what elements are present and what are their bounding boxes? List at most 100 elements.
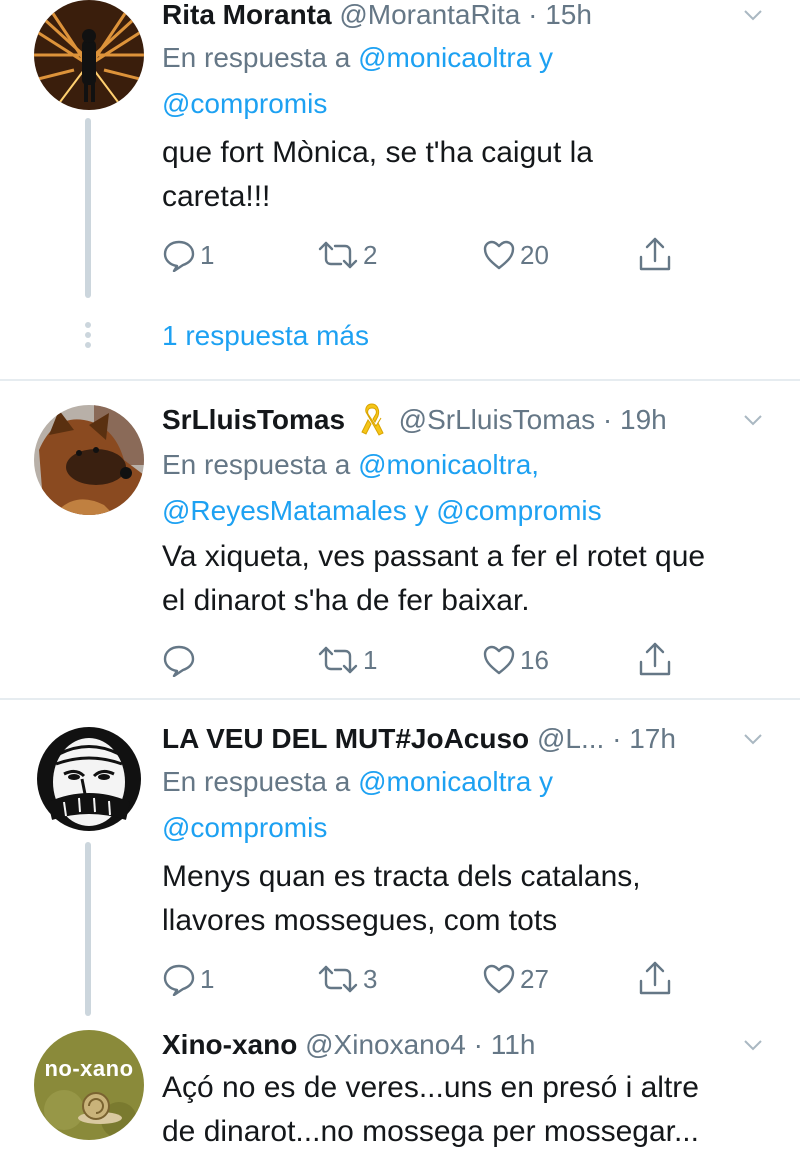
mention-link[interactable]: @monicaoltra y (358, 766, 553, 797)
reply-to: En respuesta a @monicaoltra, @ReyesMatam… (162, 442, 770, 534)
retweet-icon (318, 241, 358, 269)
reply-prefix: En respuesta a (162, 766, 351, 797)
tweet-text-line: Va xiqueta, ves passant a fer el rotet q… (162, 540, 706, 573)
tweet-actions: 1 2 20 (162, 235, 682, 275)
timestamp[interactable]: 11h (491, 1029, 536, 1060)
like-button[interactable]: 16 (482, 640, 549, 680)
tweet-la-veu-del-mut[interactable]: LA VEU DEL MUT#JoAcuso @L... · 17h En re… (0, 700, 800, 1018)
mention-link[interactable]: @compromis (162, 88, 327, 119)
tweet-text-line: llavores mossegues, com tots (162, 904, 558, 937)
author-handle[interactable]: @Xinoxano4 (305, 1029, 466, 1060)
retweet-count: 1 (363, 644, 378, 675)
tweet-text-line: Açó no es de veres...uns en presó i altr… (162, 1071, 699, 1104)
avatar[interactable] (34, 405, 144, 515)
reply-icon (163, 240, 195, 272)
reply-prefix: En respuesta a (162, 449, 351, 480)
heart-icon (483, 645, 515, 675)
reply-button[interactable] (162, 640, 200, 680)
reply-button[interactable]: 1 (162, 235, 214, 275)
tweet-text-line: Menys quan es tracta dels catalans, (162, 860, 641, 893)
author-handle[interactable]: @SrLluisTomas (399, 404, 595, 435)
thread-line (85, 118, 91, 298)
tweet-header: LA VEU DEL MUT#JoAcuso @L... · 17h (162, 722, 760, 756)
chevron-down-icon[interactable] (742, 4, 764, 26)
author-name[interactable]: SrLluisTomas (162, 404, 345, 435)
chevron-down-icon[interactable] (742, 728, 764, 750)
retweet-button[interactable]: 2 (317, 235, 377, 275)
tweet-text: Va xiqueta, ves passant a fer el rotet q… (162, 535, 770, 623)
tweet-text-line: que fort Mònica, se t'ha caigut la (162, 136, 593, 169)
reply-to: En respuesta a @monicaoltra y @compromis (162, 35, 770, 127)
separator-dot: · (612, 723, 622, 754)
author-name[interactable]: Xino-xano (162, 1029, 297, 1060)
tweet-header: Xino-xano @Xinoxano4 · 11h (162, 1028, 760, 1062)
tweet-text-line: careta!!! (162, 180, 271, 213)
tweet-text: que fort Mònica, se t'ha caigut la caret… (162, 131, 770, 219)
yellow-ribbon-icon (361, 403, 384, 436)
author-name[interactable]: LA VEU DEL MUT#JoAcuso (162, 723, 529, 754)
more-dots (85, 322, 91, 352)
avatar[interactable] (34, 724, 144, 834)
heart-icon (483, 240, 515, 270)
reply-to: En respuesta a @monicaoltra y @compromis (162, 759, 770, 851)
share-icon (639, 961, 671, 995)
reply-count: 1 (200, 963, 215, 994)
avatar[interactable]: no-xano (34, 1030, 144, 1140)
dog-photo (34, 405, 144, 515)
author-handle[interactable]: @L... (537, 723, 604, 754)
retweet-count: 2 (363, 239, 378, 270)
share-button[interactable] (637, 959, 673, 999)
like-button[interactable]: 27 (482, 959, 549, 999)
mention-link[interactable]: @compromis (436, 495, 601, 526)
reply-button[interactable]: 1 (162, 959, 214, 999)
tweet-text-line: de dinarot...no mossega per mossegar... (162, 1115, 699, 1148)
separator-dot: · (528, 0, 538, 30)
tweet-text-line: el dinarot s'ha de fer baixar. (162, 584, 530, 617)
like-count: 16 (520, 644, 549, 675)
mention-link[interactable]: @monicaoltra, (358, 449, 539, 480)
timestamp[interactable]: 15h (545, 0, 592, 30)
retweet-icon (318, 965, 358, 993)
reply-icon (163, 645, 195, 677)
share-icon (639, 642, 671, 676)
mention-link[interactable]: @monicaoltra y (358, 42, 553, 73)
timestamp[interactable]: 17h (629, 723, 676, 754)
share-button[interactable] (637, 235, 673, 275)
tweet-text: Açó no es de veres...uns en presó i altr… (162, 1066, 770, 1154)
tweet-text: Menys quan es tracta dels catalans, llav… (162, 855, 770, 943)
reply-count: 1 (200, 239, 215, 270)
avatar[interactable] (34, 0, 144, 110)
masked-face-drawing (34, 724, 144, 834)
more-replies-link[interactable]: 1 respuesta más (162, 320, 369, 352)
share-icon (639, 237, 671, 271)
timestamp[interactable]: 19h (620, 404, 667, 435)
tweet-actions: 1 16 (162, 640, 682, 680)
tweet-xino-xano[interactable]: no-xano Xino-xano @Xinoxano4 · 11h Açó n… (0, 1018, 800, 1148)
reply-prefix: En respuesta a (162, 42, 351, 73)
chevron-down-icon[interactable] (742, 409, 764, 431)
retweet-button[interactable]: 3 (317, 959, 377, 999)
author-name[interactable]: Rita Moranta (162, 0, 332, 30)
retweet-button[interactable]: 1 (317, 640, 377, 680)
person-on-bridge-photo (34, 0, 144, 110)
retweet-icon (318, 646, 358, 674)
share-button[interactable] (637, 640, 673, 680)
tweet-actions: 1 3 27 (162, 959, 682, 999)
like-count: 27 (520, 963, 549, 994)
separator-dot: · (602, 404, 613, 435)
author-handle[interactable]: @MorantaRita (339, 0, 520, 30)
tweet-header: Rita Moranta @MorantaRita · 15h (162, 0, 760, 32)
mention-link[interactable]: @ReyesMatamales (162, 495, 407, 526)
like-count: 20 (520, 239, 549, 270)
tweet-srlluistomas[interactable]: SrLluisTomas @SrLluisTomas · 19h En resp… (0, 381, 800, 699)
tweet-rita-moranta[interactable]: Rita Moranta @MorantaRita · 15h En respu… (0, 0, 800, 380)
mention-link[interactable]: @compromis (162, 812, 327, 843)
like-button[interactable]: 20 (482, 235, 549, 275)
separator-dot: · (473, 1029, 483, 1060)
retweet-count: 3 (363, 963, 378, 994)
heart-icon (483, 964, 515, 994)
tweet-header: SrLluisTomas @SrLluisTomas · 19h (162, 403, 760, 437)
snail-logo (34, 1030, 144, 1140)
reply-icon (163, 964, 195, 996)
chevron-down-icon[interactable] (742, 1034, 764, 1056)
